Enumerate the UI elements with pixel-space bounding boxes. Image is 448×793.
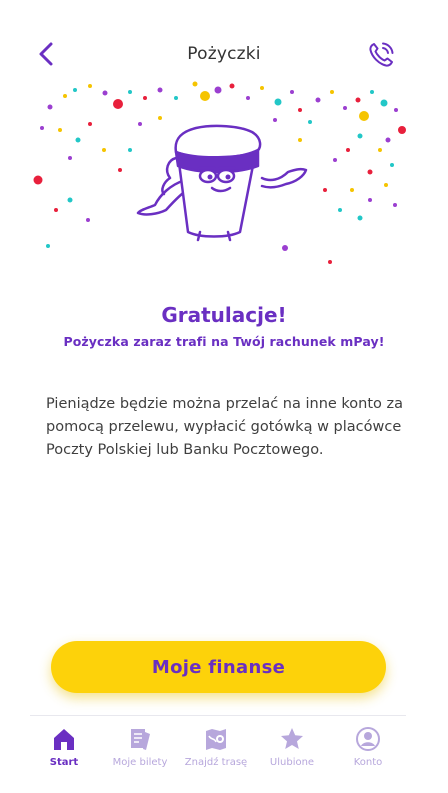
bottom-tab-bar: Start Moje bilety Znajdź trasę Ulubione … — [30, 715, 406, 786]
home-icon — [54, 729, 74, 750]
tab-account[interactable]: Konto — [330, 726, 406, 784]
success-subheading: Pożyczka zaraz trafi na Twój rachunek mP… — [63, 334, 385, 349]
tab-favorites[interactable]: Ulubione — [254, 726, 330, 784]
phone-call-icon — [369, 42, 394, 67]
info-text: Pieniądze będzie można przelać na inne k… — [46, 396, 404, 458]
tab-label-favorites: Ulubione — [269, 757, 315, 768]
tab-label-start: Start — [49, 757, 79, 768]
star-icon — [281, 728, 303, 749]
tab-start[interactable]: Start — [26, 726, 102, 784]
tab-label-account: Konto — [353, 757, 383, 768]
account-icon — [356, 727, 380, 751]
route-map-icon — [206, 729, 226, 750]
success-heading: Gratulacje! — [161, 303, 287, 327]
tab-my-tickets[interactable]: Moje bilety — [102, 726, 178, 784]
tab-label-find-route: Znajdź trasę — [184, 757, 248, 768]
my-finances-button[interactable]: Moje finanse — [51, 641, 386, 693]
tickets-icon — [131, 729, 150, 750]
mascot-illustration — [136, 124, 308, 242]
call-button[interactable] — [366, 40, 396, 70]
celebration-illustration — [33, 81, 406, 264]
tab-label-my-tickets: Moje bilety — [112, 757, 168, 768]
tab-find-route[interactable]: Znajdź trasę — [178, 726, 254, 784]
